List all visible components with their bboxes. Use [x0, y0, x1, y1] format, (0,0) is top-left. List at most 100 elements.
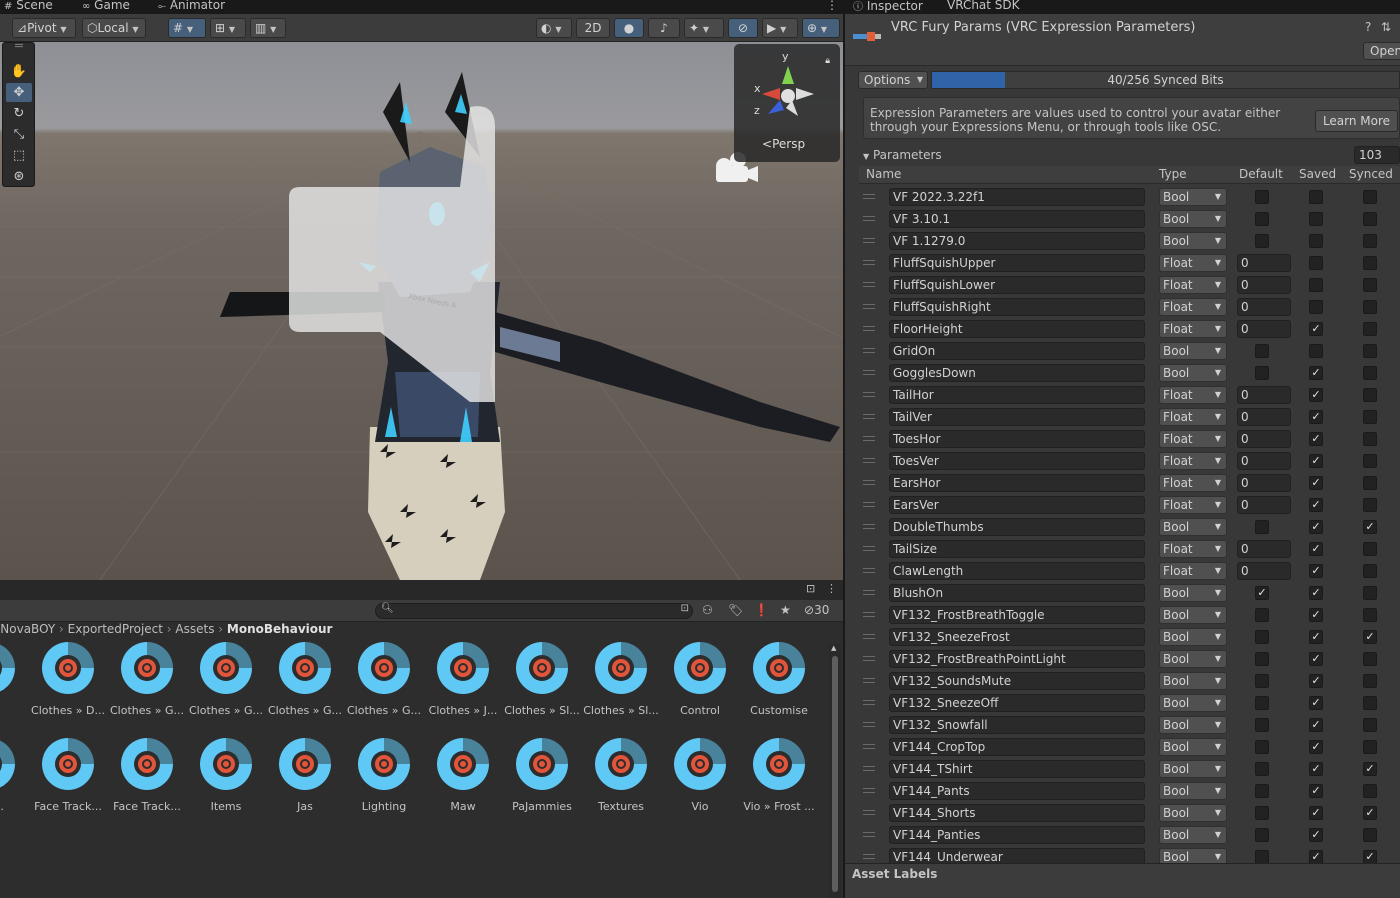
parameter-synced-checkbox[interactable]: [1363, 498, 1377, 512]
parameter-saved-checkbox[interactable]: ✓: [1309, 696, 1323, 710]
drag-handle-icon[interactable]: [863, 502, 875, 507]
drag-handle-icon[interactable]: [863, 480, 875, 485]
scroll-up-icon[interactable]: ▲: [831, 644, 836, 652]
asset-item[interactable]: Vio: [661, 738, 739, 832]
parameter-name-field[interactable]: ToesHor: [889, 430, 1145, 448]
drag-handle-icon[interactable]: [863, 238, 875, 243]
parameter-row[interactable]: VF132_SoundsMute Bool ▼ ✓: [859, 669, 1400, 691]
scene-visibility-button[interactable]: ⊘: [728, 18, 758, 38]
parameter-saved-checkbox[interactable]: ✓: [1309, 476, 1323, 490]
parameter-synced-checkbox[interactable]: [1363, 740, 1377, 754]
filter-by-type-icon[interactable]: ⚇: [702, 603, 713, 617]
parameter-row[interactable]: TailVer Float ▼ 0 ✓: [859, 405, 1400, 427]
parameter-default-field[interactable]: 0: [1237, 430, 1291, 448]
parameter-name-field[interactable]: FluffSquishRight: [889, 298, 1145, 316]
parameter-synced-checkbox[interactable]: [1363, 278, 1377, 292]
tab-vrchat-sdk[interactable]: VRChat SDK: [947, 0, 1020, 14]
parameter-synced-checkbox[interactable]: [1363, 674, 1377, 688]
parameter-saved-checkbox[interactable]: ✓: [1309, 608, 1323, 622]
parameter-saved-checkbox[interactable]: [1309, 256, 1323, 270]
parameter-name-field[interactable]: TailSize: [889, 540, 1145, 558]
parameter-row[interactable]: VF132_SneezeFrost Bool ▼ ✓ ✓: [859, 625, 1400, 647]
parameter-default-field[interactable]: 0: [1237, 276, 1291, 294]
parameter-default-checkbox[interactable]: [1255, 740, 1269, 754]
parameter-saved-checkbox[interactable]: ✓: [1309, 564, 1323, 578]
parameter-type-dropdown[interactable]: Float ▼: [1159, 298, 1227, 316]
parameter-type-dropdown[interactable]: Bool ▼: [1159, 606, 1227, 624]
asset-item[interactable]: Vio » Frost ...: [740, 738, 818, 832]
drag-handle-icon[interactable]: [863, 524, 875, 529]
parameter-name-field[interactable]: FloorHeight: [889, 320, 1145, 338]
parameter-type-dropdown[interactable]: Bool ▼: [1159, 188, 1227, 206]
increment-snap-button[interactable]: ▥ ▼: [250, 18, 286, 38]
parameter-name-field[interactable]: VF132_SneezeOff: [889, 694, 1145, 712]
learn-more-button[interactable]: Learn More: [1315, 110, 1398, 132]
parameter-default-field[interactable]: 0: [1237, 562, 1291, 580]
asset-item[interactable]: Face Track...: [108, 738, 186, 832]
parameter-name-field[interactable]: VF132_SoundsMute: [889, 672, 1145, 690]
gizmos-button[interactable]: ⊕ ▼: [802, 18, 840, 38]
parameter-default-checkbox[interactable]: ✓: [1255, 586, 1269, 600]
parameter-saved-checkbox[interactable]: ✓: [1309, 366, 1323, 380]
parameter-default-checkbox[interactable]: [1255, 828, 1269, 842]
parameter-saved-checkbox[interactable]: [1309, 300, 1323, 314]
rotate-tool-icon[interactable]: ↻: [6, 104, 32, 123]
parameter-type-dropdown[interactable]: Bool ▼: [1159, 210, 1227, 228]
parameter-name-field[interactable]: TailVer: [889, 408, 1145, 426]
drag-handle-icon[interactable]: [863, 810, 875, 815]
help-icon[interactable]: ?: [1365, 20, 1371, 34]
parameter-synced-checkbox[interactable]: [1363, 410, 1377, 424]
parameter-row[interactable]: VF 3.10.1 Bool ▼: [859, 207, 1400, 229]
tab-inspector[interactable]: ⓘ Inspector: [853, 0, 923, 14]
parameter-row[interactable]: VF132_FrostBreathToggle Bool ▼ ✓: [859, 603, 1400, 625]
parameter-default-field[interactable]: 0: [1237, 298, 1291, 316]
asset-item[interactable]: Lighting: [345, 738, 423, 832]
parameter-type-dropdown[interactable]: Bool ▼: [1159, 826, 1227, 844]
asset-item[interactable]: Textures: [582, 738, 660, 832]
transform-tool-icon[interactable]: ⊛: [6, 167, 32, 186]
parameter-saved-checkbox[interactable]: [1309, 212, 1323, 226]
parameter-saved-checkbox[interactable]: ✓: [1309, 542, 1323, 556]
parameter-saved-checkbox[interactable]: ✓: [1309, 498, 1323, 512]
move-tool-icon[interactable]: ✥: [6, 83, 32, 102]
parameter-type-dropdown[interactable]: Float ▼: [1159, 430, 1227, 448]
parameter-row[interactable]: VF 2022.3.22f1 Bool ▼: [859, 185, 1400, 207]
parameter-name-field[interactable]: GridOn: [889, 342, 1145, 360]
options-dropdown[interactable]: Options ▼: [858, 71, 928, 89]
parameter-saved-checkbox[interactable]: ✓: [1309, 410, 1323, 424]
drag-handle-icon[interactable]: [863, 304, 875, 309]
preset-icon[interactable]: ⇅: [1381, 20, 1391, 34]
parameter-default-checkbox[interactable]: [1255, 718, 1269, 732]
breadcrumb-item[interactable]: MonoBehaviour: [227, 622, 333, 636]
parameter-type-dropdown[interactable]: Bool ▼: [1159, 672, 1227, 690]
parameter-name-field[interactable]: VF 2022.3.22f1: [889, 188, 1145, 206]
projection-toggle[interactable]: <Persp: [762, 137, 805, 151]
parameter-row[interactable]: VF144_Underwear Bool ▼ ✓ ✓: [859, 845, 1400, 863]
parameter-default-checkbox[interactable]: [1255, 234, 1269, 248]
asset-item[interactable]: Clothes » Sl...: [582, 642, 660, 736]
search-options-icon[interactable]: ⊡: [681, 603, 689, 614]
drag-handle-icon[interactable]: [863, 436, 875, 441]
drag-handle-icon[interactable]: [863, 392, 875, 397]
parameter-synced-checkbox[interactable]: [1363, 828, 1377, 842]
parameter-type-dropdown[interactable]: Float ▼: [1159, 408, 1227, 426]
lock-icon[interactable]: ⊡: [806, 582, 815, 595]
parameter-name-field[interactable]: FluffSquishLower: [889, 276, 1145, 294]
parameter-type-dropdown[interactable]: Float ▼: [1159, 320, 1227, 338]
parameter-synced-checkbox[interactable]: [1363, 564, 1377, 578]
parameter-saved-checkbox[interactable]: ✓: [1309, 828, 1323, 842]
parameter-type-dropdown[interactable]: Bool ▼: [1159, 804, 1227, 822]
parameter-name-field[interactable]: VF132_FrostBreathPointLight: [889, 650, 1145, 668]
asset-item[interactable]: Clothes » D...: [29, 642, 107, 736]
parameter-synced-checkbox[interactable]: ✓: [1363, 520, 1377, 534]
parameter-row[interactable]: ToesHor Float ▼ 0 ✓: [859, 427, 1400, 449]
parameter-row[interactable]: FluffSquishUpper Float ▼ 0: [859, 251, 1400, 273]
drag-handle-icon[interactable]: [863, 282, 875, 287]
parameter-saved-checkbox[interactable]: [1309, 344, 1323, 358]
parameter-synced-checkbox[interactable]: [1363, 784, 1377, 798]
parameter-synced-checkbox[interactable]: [1363, 212, 1377, 226]
parameter-saved-checkbox[interactable]: ✓: [1309, 652, 1323, 666]
audio-button[interactable]: ♪: [648, 18, 680, 38]
asset-item[interactable]: Customise: [740, 642, 818, 736]
parameter-name-field[interactable]: ClawLength: [889, 562, 1145, 580]
